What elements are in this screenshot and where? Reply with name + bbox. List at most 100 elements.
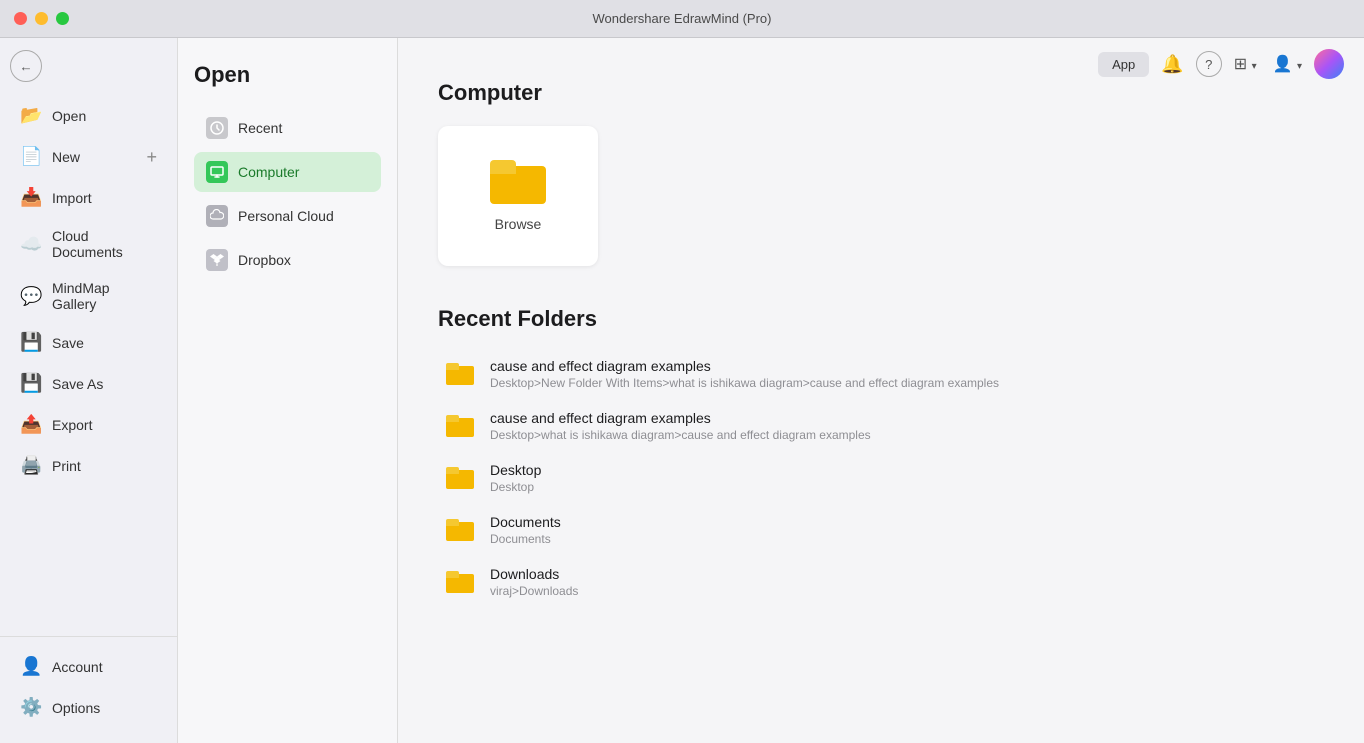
minimize-button[interactable] bbox=[35, 12, 48, 25]
maximize-button[interactable] bbox=[56, 12, 69, 25]
sidebar-item-save[interactable]: 💾 Save bbox=[10, 323, 167, 362]
app-button[interactable]: App bbox=[1098, 52, 1149, 77]
sidebar-item-account[interactable]: 👤 Account bbox=[10, 647, 167, 686]
folder-info: Desktop Desktop bbox=[490, 462, 541, 494]
dropbox-icon bbox=[206, 249, 228, 271]
folder-icon-small bbox=[446, 363, 474, 385]
browse-card[interactable]: Browse bbox=[438, 126, 598, 266]
sidebar-item-save-as[interactable]: 💾 Save As bbox=[10, 364, 167, 403]
sidebar-bottom: 👤 Account ⚙️ Options bbox=[0, 636, 177, 743]
save-icon: 💾 bbox=[20, 332, 42, 353]
folder-path: viraj>Downloads bbox=[490, 584, 578, 598]
print-icon: 🖨️ bbox=[20, 455, 42, 476]
folder-icon-small bbox=[446, 467, 474, 489]
folder-info: Downloads viraj>Downloads bbox=[490, 566, 578, 598]
window-title: Wondershare EdrawMind (Pro) bbox=[593, 11, 772, 26]
window-controls bbox=[14, 12, 69, 25]
folder-path: Documents bbox=[490, 532, 561, 546]
notification-icon: 🔔 bbox=[1161, 54, 1183, 74]
notification-button[interactable]: 🔔 bbox=[1157, 50, 1187, 79]
recent-folders-title: Recent Folders bbox=[438, 306, 1324, 332]
folder-info: cause and effect diagram examples Deskto… bbox=[490, 410, 871, 442]
sidebar-label-import: Import bbox=[52, 190, 157, 206]
sidebar-label-cloud-documents: Cloud Documents bbox=[52, 228, 157, 260]
sidebar-item-options[interactable]: ⚙️ Options bbox=[10, 688, 167, 727]
folder-item[interactable]: Documents Documents bbox=[438, 504, 1324, 556]
panel-item-personal-cloud[interactable]: Personal Cloud bbox=[194, 196, 381, 236]
folder-name: Downloads bbox=[490, 566, 578, 582]
folder-item[interactable]: cause and effect diagram examples Deskto… bbox=[438, 348, 1324, 400]
folder-icon-small bbox=[446, 571, 474, 593]
back-button[interactable]: ← bbox=[10, 50, 42, 82]
browse-label: Browse bbox=[495, 216, 542, 232]
user-chevron-icon: ▾ bbox=[1297, 61, 1302, 72]
grid-chevron-icon: ▾ bbox=[1252, 61, 1257, 72]
sidebar-label-account: Account bbox=[52, 659, 157, 675]
grid-icon: ⊞ bbox=[1234, 56, 1247, 73]
options-icon: ⚙️ bbox=[20, 697, 42, 718]
personal-cloud-icon bbox=[206, 205, 228, 227]
sidebar-top: ← 📂 Open 📄 New + 📥 Import ☁️ Cloud Do bbox=[0, 38, 177, 636]
folder-name: Desktop bbox=[490, 462, 541, 478]
panel-item-computer[interactable]: Computer bbox=[194, 152, 381, 192]
user-icon: 👤 bbox=[1273, 56, 1293, 73]
topbar: App 🔔 ? ⊞ ▾ 👤 ▾ bbox=[1098, 38, 1364, 90]
sidebar-label-options: Options bbox=[52, 700, 157, 716]
folder-info: Documents Documents bbox=[490, 514, 561, 546]
new-plus-button[interactable]: + bbox=[146, 148, 157, 166]
apps-grid-button[interactable]: ⊞ ▾ bbox=[1230, 50, 1261, 78]
computer-icon bbox=[206, 161, 228, 183]
titlebar: Wondershare EdrawMind (Pro) bbox=[0, 0, 1364, 38]
mindmap-gallery-icon: 💬 bbox=[20, 286, 42, 307]
sidebar-item-print[interactable]: 🖨️ Print bbox=[10, 446, 167, 485]
folder-icon-small bbox=[446, 519, 474, 541]
folder-path: Desktop>New Folder With Items>what is is… bbox=[490, 376, 999, 390]
help-button[interactable]: ? bbox=[1196, 51, 1222, 77]
sidebar-label-save-as: Save As bbox=[52, 376, 157, 392]
new-icon: 📄 bbox=[20, 146, 42, 167]
user-menu-button[interactable]: 👤 ▾ bbox=[1269, 50, 1306, 78]
folder-item[interactable]: Desktop Desktop bbox=[438, 452, 1324, 504]
folder-name: Documents bbox=[490, 514, 561, 530]
import-icon: 📥 bbox=[20, 187, 42, 208]
sidebar-item-cloud-documents[interactable]: ☁️ Cloud Documents bbox=[10, 219, 167, 269]
cloud-documents-icon: ☁️ bbox=[20, 234, 42, 255]
sidebar-label-open: Open bbox=[52, 108, 157, 124]
sidebar-label-print: Print bbox=[52, 458, 157, 474]
panel-title: Open bbox=[194, 62, 381, 88]
folder-info: cause and effect diagram examples Deskto… bbox=[490, 358, 999, 390]
user-avatar[interactable] bbox=[1314, 49, 1344, 79]
sidebar-item-import[interactable]: 📥 Import bbox=[10, 178, 167, 217]
export-icon: 📤 bbox=[20, 414, 42, 435]
sidebar-item-open[interactable]: 📂 Open bbox=[10, 96, 167, 135]
folder-item[interactable]: cause and effect diagram examples Deskto… bbox=[438, 400, 1324, 452]
sidebar-item-export[interactable]: 📤 Export bbox=[10, 405, 167, 444]
main-content: App 🔔 ? ⊞ ▾ 👤 ▾ Computer Browse R bbox=[398, 38, 1364, 743]
sidebar: ← 📂 Open 📄 New + 📥 Import ☁️ Cloud Do bbox=[0, 38, 178, 743]
close-button[interactable] bbox=[14, 12, 27, 25]
folder-name: cause and effect diagram examples bbox=[490, 358, 999, 374]
sidebar-label-save: Save bbox=[52, 335, 157, 351]
panel-label-dropbox: Dropbox bbox=[238, 252, 291, 268]
app-body: ← 📂 Open 📄 New + 📥 Import ☁️ Cloud Do bbox=[0, 38, 1364, 743]
open-icon: 📂 bbox=[20, 105, 42, 126]
sidebar-item-new[interactable]: 📄 New + bbox=[10, 137, 167, 176]
folder-icon-small bbox=[446, 415, 474, 437]
sidebar-item-mindmap-gallery[interactable]: 💬 MindMap Gallery bbox=[10, 271, 167, 321]
open-panel: Open Recent Computer bbox=[178, 38, 398, 743]
folder-path: Desktop bbox=[490, 480, 541, 494]
folder-path: Desktop>what is ishikawa diagram>cause a… bbox=[490, 428, 871, 442]
recent-icon bbox=[206, 117, 228, 139]
save-as-icon: 💾 bbox=[20, 373, 42, 394]
folder-name: cause and effect diagram examples bbox=[490, 410, 871, 426]
browse-folder-icon bbox=[490, 160, 546, 204]
folder-item[interactable]: Downloads viraj>Downloads bbox=[438, 556, 1324, 608]
sidebar-label-export: Export bbox=[52, 417, 157, 433]
sidebar-label-new: New bbox=[52, 149, 136, 165]
panel-label-computer: Computer bbox=[238, 164, 299, 180]
panel-item-recent[interactable]: Recent bbox=[194, 108, 381, 148]
panel-label-recent: Recent bbox=[238, 120, 282, 136]
panel-item-dropbox[interactable]: Dropbox bbox=[194, 240, 381, 280]
panel-label-personal-cloud: Personal Cloud bbox=[238, 208, 334, 224]
help-icon: ? bbox=[1205, 57, 1212, 72]
